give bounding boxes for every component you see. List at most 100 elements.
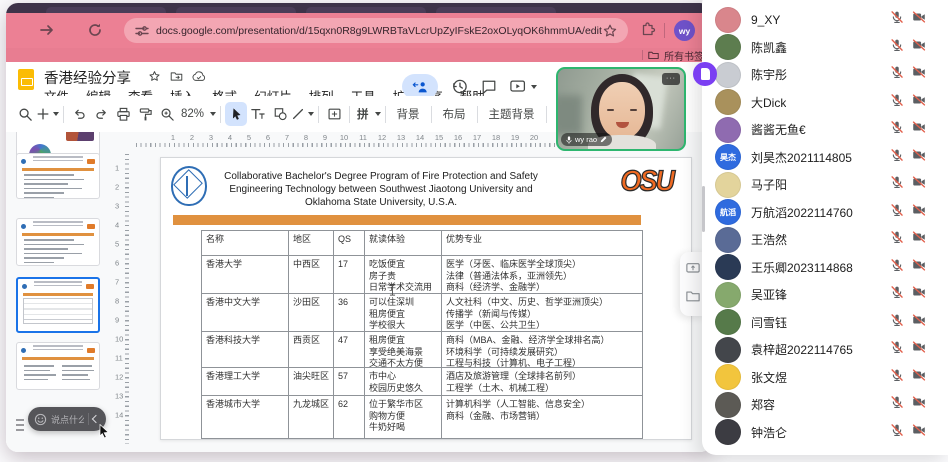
chat-input-placeholder[interactable]: 说点什么... bbox=[51, 413, 84, 426]
mic-muted-icon[interactable] bbox=[890, 120, 904, 139]
chat-drag-handle[interactable] bbox=[16, 419, 24, 431]
slide-thumbnail-2[interactable] bbox=[16, 153, 100, 199]
mic-muted-icon[interactable] bbox=[890, 313, 904, 332]
slide-thumbnail-panel[interactable] bbox=[6, 132, 110, 452]
table-cell[interactable]: 可以住深圳 租房便宜 学校很大 bbox=[365, 294, 442, 332]
table-cell[interactable]: 医学（牙医、临床医学全球顶尖） 法律（普通法体系，亚洲领先） 商科（经济学、金融… bbox=[442, 256, 642, 294]
table-cell[interactable]: 香港科技大学 bbox=[202, 332, 289, 368]
participant-row[interactable]: 吴亚锋 bbox=[702, 281, 948, 309]
extensions-icon[interactable] bbox=[640, 22, 656, 38]
table-cell[interactable]: 租房便宜 享受绝美海景 交通不太方便 bbox=[365, 332, 442, 368]
table-cell[interactable]: 吃饭便宜 房子贵 日常学术交流用英文 bbox=[365, 256, 442, 294]
mic-muted-icon[interactable] bbox=[890, 65, 904, 84]
present-button[interactable] bbox=[510, 79, 537, 94]
participant-row[interactable]: 张文煜 bbox=[702, 364, 948, 392]
table-cell[interactable]: 计算机科学（人工智能、信息安全） 商科（金融、市场营销） bbox=[442, 396, 642, 438]
mic-muted-icon[interactable] bbox=[890, 368, 904, 387]
table-header-cell[interactable]: QS bbox=[334, 231, 365, 256]
insert-image-button[interactable] bbox=[323, 102, 345, 126]
redo-button[interactable] bbox=[90, 102, 112, 126]
share-screen-icon[interactable] bbox=[686, 262, 700, 275]
slide-thumbnail-5[interactable] bbox=[16, 342, 100, 390]
undo-button[interactable] bbox=[68, 102, 90, 126]
participant-row[interactable]: 钟浩仑 bbox=[702, 419, 948, 447]
participant-row[interactable]: 航滔 万航滔2022114760 bbox=[702, 199, 948, 227]
docs-extension-badge[interactable] bbox=[693, 62, 717, 86]
browser-tab-strip[interactable] bbox=[6, 3, 712, 13]
camera-muted-icon[interactable] bbox=[912, 230, 926, 249]
webcam-more-button[interactable]: ··· bbox=[662, 73, 680, 85]
slide-title[interactable]: Collaborative Bachelor's Degree Program … bbox=[216, 170, 546, 209]
mic-muted-icon[interactable] bbox=[890, 38, 904, 57]
bookmarks-folder-icon[interactable] bbox=[648, 50, 659, 60]
move-folder-icon[interactable] bbox=[170, 70, 183, 83]
camera-muted-icon[interactable] bbox=[912, 313, 926, 332]
mic-muted-icon[interactable] bbox=[890, 285, 904, 304]
table-cell[interactable]: 47 bbox=[334, 332, 365, 368]
table-cell[interactable]: 62 bbox=[334, 396, 365, 438]
collapse-chat-icon[interactable] bbox=[92, 415, 100, 423]
table-header-cell[interactable]: 就读体验 bbox=[365, 231, 442, 256]
camera-muted-icon[interactable] bbox=[912, 65, 926, 84]
slide-page[interactable]: Collaborative Bachelor's Degree Program … bbox=[160, 157, 692, 440]
participant-row[interactable]: 郑容 bbox=[702, 391, 948, 419]
mic-muted-icon[interactable] bbox=[890, 10, 904, 29]
camera-muted-icon[interactable] bbox=[912, 203, 926, 222]
line-tool-button[interactable] bbox=[291, 102, 314, 126]
slide-thumbnail-4-active[interactable] bbox=[16, 277, 100, 333]
mic-muted-icon[interactable] bbox=[890, 203, 904, 222]
site-settings-icon[interactable] bbox=[134, 23, 150, 39]
webcam-overlay[interactable]: ··· wy rao bbox=[556, 67, 686, 151]
participant-row[interactable]: 大Dick bbox=[702, 89, 948, 117]
camera-muted-icon[interactable] bbox=[912, 368, 926, 387]
participant-row[interactable]: 袁梓超2022114765 bbox=[702, 336, 948, 364]
mic-muted-icon[interactable] bbox=[890, 175, 904, 194]
participant-row[interactable]: 陈宇彤 bbox=[702, 61, 948, 89]
participant-row[interactable]: 陈凯鑫 bbox=[702, 34, 948, 62]
shape-tool-button[interactable] bbox=[269, 102, 291, 126]
select-tool-button[interactable] bbox=[225, 102, 247, 126]
comment-icon[interactable] bbox=[481, 79, 497, 95]
participant-row[interactable]: 昊杰 刘昊杰2021114805 bbox=[702, 144, 948, 172]
emoji-icon[interactable] bbox=[34, 413, 47, 426]
camera-muted-icon[interactable] bbox=[912, 120, 926, 139]
cloud-saved-icon[interactable] bbox=[192, 70, 206, 83]
table-cell[interactable]: 人文社科（中文、历史、哲学亚洲顶尖） 传播学（新闻与传媒） 医学（中医、公共卫生… bbox=[442, 294, 642, 332]
zoom-button[interactable] bbox=[156, 102, 178, 126]
participant-row[interactable]: 马子阳 bbox=[702, 171, 948, 199]
document-title[interactable]: 香港经验分享 bbox=[44, 67, 131, 88]
camera-muted-icon[interactable] bbox=[912, 10, 926, 29]
camera-muted-icon[interactable] bbox=[912, 93, 926, 112]
table-cell[interactable]: 香港中文大学 bbox=[202, 294, 289, 332]
table-cell[interactable]: 香港大学 bbox=[202, 256, 289, 294]
participant-row[interactable]: 酱酱无鱼€ bbox=[702, 116, 948, 144]
table-header-cell[interactable]: 地区 bbox=[289, 231, 334, 256]
pinyin-input-button[interactable]: 拼 bbox=[354, 102, 381, 126]
reload-icon[interactable] bbox=[86, 21, 104, 39]
zoom-level-select[interactable]: 82% bbox=[178, 102, 216, 126]
table-cell[interactable]: 57 bbox=[334, 368, 365, 396]
slide-thumbnail-3[interactable] bbox=[16, 218, 100, 266]
background-button[interactable]: 背景 bbox=[390, 106, 427, 122]
table-cell[interactable]: 36 bbox=[334, 294, 365, 332]
slides-file-icon[interactable] bbox=[18, 69, 34, 90]
table-cell[interactable]: 油尖旺区 bbox=[289, 368, 334, 396]
print-button[interactable] bbox=[112, 102, 134, 126]
mic-muted-icon[interactable] bbox=[890, 423, 904, 442]
table-cell[interactable]: 中西区 bbox=[289, 256, 334, 294]
camera-muted-icon[interactable] bbox=[912, 285, 926, 304]
camera-muted-icon[interactable] bbox=[912, 175, 926, 194]
camera-muted-icon[interactable] bbox=[912, 423, 926, 442]
table-header-cell[interactable]: 名称 bbox=[202, 231, 289, 256]
camera-muted-icon[interactable] bbox=[912, 148, 926, 167]
theme-button[interactable]: 主题背景 bbox=[482, 106, 542, 122]
edit-pencil-icon[interactable] bbox=[600, 136, 607, 143]
panel-scrollbar[interactable] bbox=[702, 186, 705, 232]
star-icon[interactable] bbox=[148, 70, 161, 83]
table-cell[interactable]: 九龙城区 bbox=[289, 396, 334, 438]
table-cell[interactable]: 西贡区 bbox=[289, 332, 334, 368]
forward-icon[interactable] bbox=[38, 21, 56, 39]
participant-row[interactable]: 王乐卿2023114868 bbox=[702, 254, 948, 282]
camera-muted-icon[interactable] bbox=[912, 395, 926, 414]
paint-format-button[interactable] bbox=[134, 102, 156, 126]
